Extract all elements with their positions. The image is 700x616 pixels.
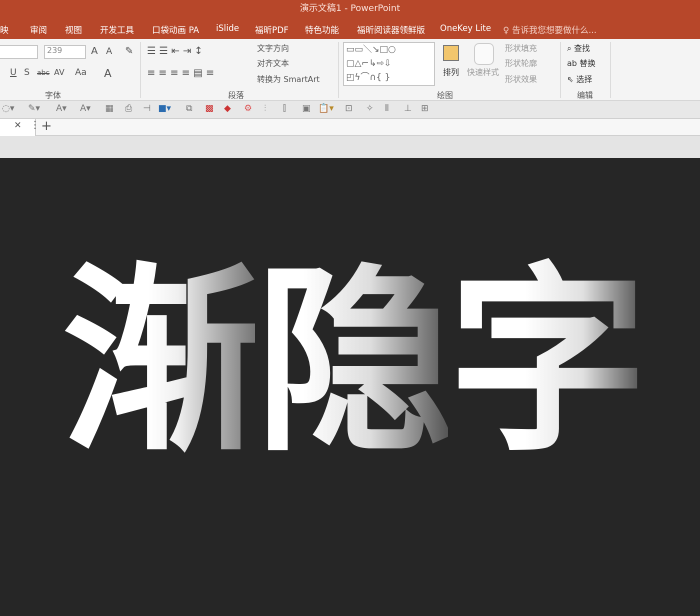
text-icon[interactable]: A▾ [56,104,67,114]
tab-foxit-pdf[interactable]: 福昕PDF [255,24,289,36]
tab-islide[interactable]: iSlide [216,24,239,34]
convert-smartart-button[interactable]: 转换为 SmartArt [257,74,320,85]
tab-developer[interactable]: 开发工具 [100,24,134,36]
tab-features[interactable]: 特色功能 [305,24,339,36]
window-title: 演示文稿1 - PowerPoint [299,4,401,14]
divider [140,42,141,98]
tab-review[interactable]: 审阅 [30,24,47,36]
copy-icon[interactable]: ⧉ [186,104,192,114]
pattern-icon[interactable]: ▩ [205,104,214,114]
editing-group-label: 编辑 [577,91,593,100]
quick-access-toolbar: ◌▾ ✎▾ A▾ A▾ ▦ ⎙ ⊣ ■▾ ⧉ ▩ ◆ ⚙ ⫶ ⫿ ▣ 📋▾ ⊡ … [0,101,700,119]
select-button[interactable]: ⇖ 选择 [567,74,592,85]
toolbar-icon[interactable]: ⊥ [404,104,412,114]
slide-char: 字 [448,248,648,488]
tell-me-search[interactable]: ♀ 告诉我您想要做什么... [503,24,597,36]
format-icon[interactable]: A▾ [80,104,91,114]
quick-styles-button[interactable]: 快速样式 [467,67,499,78]
document-tab-bar: ✕ ⋮ + [0,119,700,136]
arrange-icon [443,45,459,61]
find-button[interactable]: ⌕ 查找 [567,43,590,54]
gear-icon[interactable]: ⚙ [244,104,252,114]
shape-fill-button[interactable]: 形状填充 [505,43,537,54]
color-icon[interactable]: ■▾ [158,104,171,114]
chart-icon[interactable]: ⫿ [283,104,286,114]
drawing-group-label: 绘图 [437,91,453,100]
more-icon[interactable]: ⋮ [30,120,40,131]
toolbar-icon[interactable]: ✧ [366,104,374,114]
toolbar-icon[interactable]: ⊡ [345,104,353,114]
textbox-icon[interactable]: ▣ [302,104,311,114]
tab-slideshow[interactable]: 映 [0,24,9,36]
add-tab-button[interactable]: + [41,119,52,134]
shape-icon[interactable]: ◌▾ [2,104,14,114]
underline-button[interactable]: U [10,68,17,78]
grid-icon[interactable]: ▦ [105,104,114,114]
font-size-field[interactable]: 239 [44,45,86,59]
paragraph-group-label: 段落 [228,91,244,100]
divider [610,42,611,98]
search-icon: ⌕ [567,44,572,53]
align-text-button[interactable]: 对齐文本 [257,58,289,69]
cursor-icon: ⇖ [567,75,574,84]
tab-foxit-reader[interactable]: 福昕阅读器领鲜版 [357,24,425,36]
change-case-button[interactable]: Aa [75,68,87,78]
clear-format-icon[interactable]: ✎ [125,46,133,57]
toolbar-icon[interactable]: ⫴ [385,104,389,114]
edit-icon[interactable]: ✎▾ [28,104,40,114]
lightbulb-icon: ♀ [503,26,512,36]
ribbon: 239 A A ✎ U S abc AV Aa A 字体 ☰ ☰ ⇤ ⇥ ↕ ≡… [0,39,700,101]
shapes-gallery[interactable]: ▭▭＼↘□○ ▢△⌐↳⇨⇩ ◰ϟ⌒∩{ } [343,42,435,86]
replace-icon: ab [567,59,577,68]
diamond-icon[interactable]: ◆ [224,104,231,114]
shape-effects-button[interactable]: 形状效果 [505,74,537,85]
divider [338,42,339,98]
print-icon[interactable]: ⎙ [125,104,132,114]
shrink-font-button[interactable]: A [106,47,112,57]
toolbar-icon[interactable]: ⊞ [421,104,429,114]
tab-onekey-lite[interactable]: OneKey Lite [440,24,491,34]
tab-pocket-animation[interactable]: 口袋动画 PA [152,24,199,36]
shape-outline-button[interactable]: 形状轮廓 [505,58,537,69]
replace-button[interactable]: ab 替换 [567,58,596,69]
slide-char: 隐 [255,248,455,488]
grow-font-button[interactable]: A [91,46,98,57]
paste-icon[interactable]: 📋▾ [318,104,334,114]
font-color-button[interactable]: A [104,67,112,80]
align-icons[interactable]: ≡ ≡ ≡ ≡ ▤ ≡ [147,68,214,79]
arrange-button[interactable]: 排列 [443,67,459,78]
workspace-margin [0,136,700,158]
font-group-label: 字体 [45,91,61,100]
font-name-field[interactable] [0,45,38,59]
divider [560,42,561,98]
title-bar: 演示文稿1 - PowerPoint [0,0,700,19]
bullets-icon[interactable]: ☰ ☰ ⇤ ⇥ ↕ [147,46,203,57]
char-spacing-button[interactable]: AV [54,68,64,77]
shadow-button[interactable]: S [24,68,30,78]
tab-view[interactable]: 视图 [65,24,82,36]
distribute-icon[interactable]: ⫶ [264,104,266,114]
gradient-text: 渐 隐 字 [62,248,648,488]
ribbon-tabs: 映 审阅 视图 开发工具 口袋动画 PA iSlide 福昕PDF 特色功能 福… [0,19,700,39]
text-direction-button[interactable]: 文字方向 [257,43,289,54]
align-icon[interactable]: ⊣ [143,104,151,114]
slide-char: 渐 [62,248,262,488]
strikethrough-button[interactable]: abc [37,69,50,77]
quick-styles-icon [474,43,494,65]
close-tab-button[interactable]: ✕ [14,121,22,131]
